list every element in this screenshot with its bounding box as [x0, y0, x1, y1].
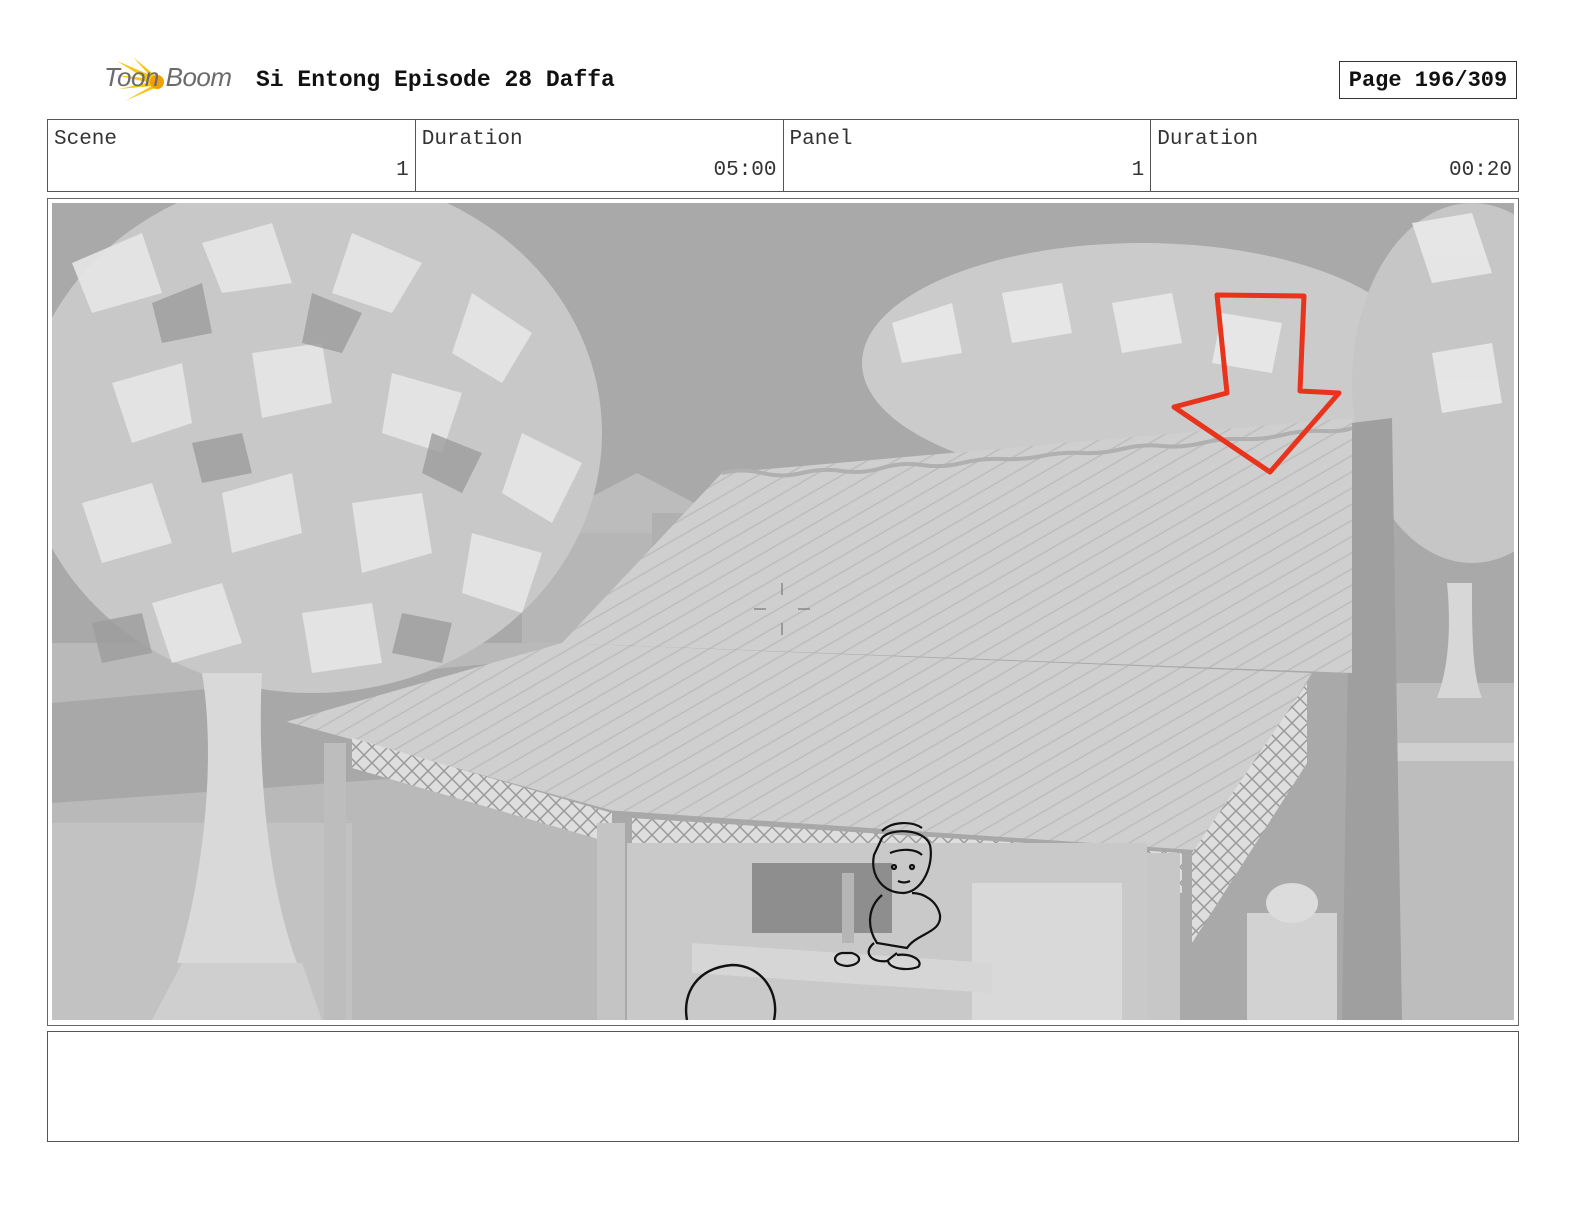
panel-cell: Panel 1 — [784, 120, 1152, 191]
panel-duration-cell: Duration 00:20 — [1151, 120, 1518, 191]
panel-info-table: Scene 1 Duration 05:00 Panel 1 Duration … — [47, 119, 1519, 192]
panel-label: Panel — [789, 128, 853, 151]
panel-value: 1 — [1131, 159, 1145, 182]
scene-label: Scene — [54, 128, 118, 151]
scene-value: 1 — [396, 159, 409, 182]
panel-notes-box — [47, 1031, 1519, 1142]
scene-duration-label: Duration — [421, 128, 523, 151]
scene-duration-value: 05:00 — [713, 159, 777, 182]
scene-cell: Scene 1 — [48, 120, 416, 191]
panel-duration-value: 00:20 — [1448, 159, 1512, 182]
storyboard-panel-image — [52, 203, 1514, 1020]
page-number: Page 196/309 — [1339, 61, 1517, 99]
brand-name: Toon Boom — [104, 62, 232, 92]
scene-duration-cell: Duration 05:00 — [416, 120, 784, 191]
panel-duration-label: Duration — [1157, 128, 1259, 151]
page-title: Si Entong Episode 28 Daffa — [256, 67, 615, 93]
